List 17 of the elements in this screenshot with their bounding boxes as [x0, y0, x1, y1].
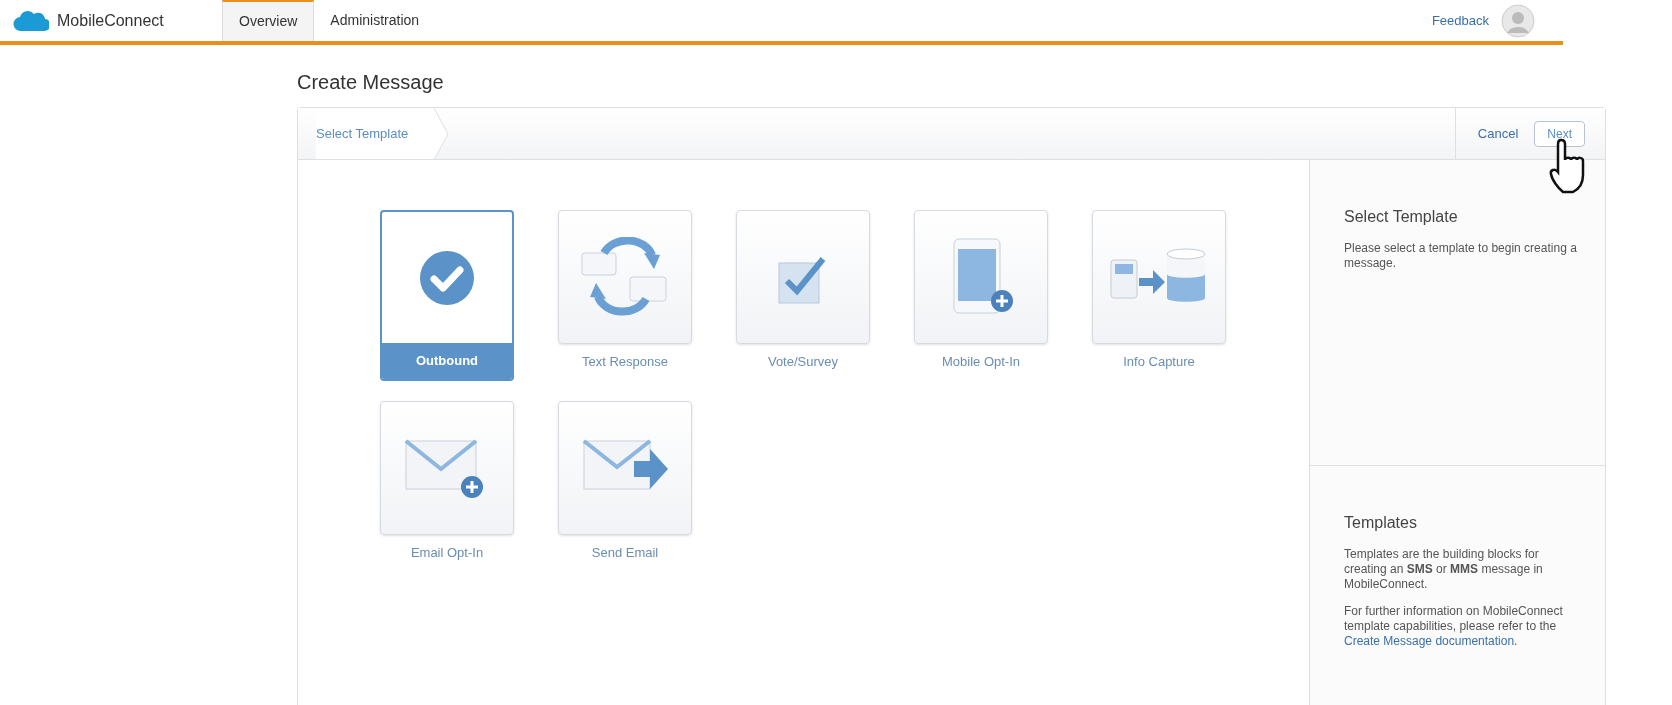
- next-button[interactable]: Next: [1534, 120, 1585, 147]
- cancel-button[interactable]: Cancel: [1477, 123, 1519, 144]
- page-title: Create Message: [297, 70, 445, 95]
- sidebar-heading: Templates: [1344, 513, 1418, 533]
- sidebar-text: Templates are the building blocks for creating an SMS or MMS message in MobileConnect.: [1344, 547, 1544, 592]
- nav-tab[interactable]: Administration: [314, 0, 436, 41]
- template-tile[interactable]: Outbound: [380, 210, 514, 381]
- check-circle-icon: [419, 249, 475, 306]
- cloud-logo-icon: [13, 8, 49, 33]
- avatar-icon[interactable]: [1501, 3, 1535, 38]
- nav-tab[interactable]: Overview: [222, 0, 315, 41]
- sidebar-text: For further information on MobileConnect template capabilities, please refer to the Create Message documentation.: [1344, 604, 1564, 649]
- sidebar-heading: Select Template: [1344, 207, 1459, 227]
- chat-bubbles-refresh-icon: [580, 237, 670, 317]
- app-name: MobileConnect: [57, 10, 164, 31]
- feedback-link[interactable]: Feedback: [1431, 10, 1489, 31]
- sidebar-text: Please select a template to begin creating a message.: [1344, 241, 1578, 271]
